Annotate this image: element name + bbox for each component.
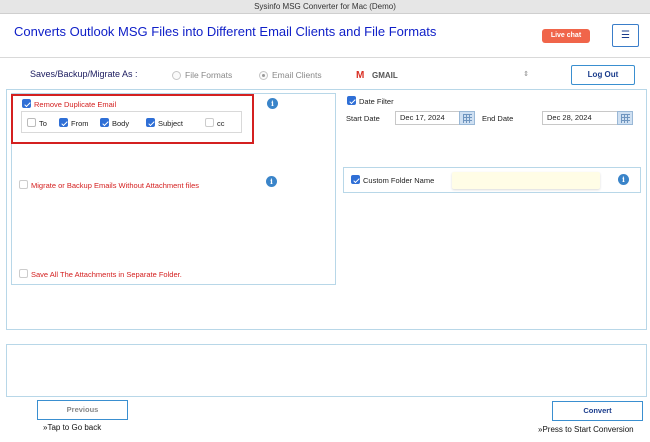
end-date-label: End Date <box>482 114 514 123</box>
app-header: Converts Outlook MSG Files into Differen… <box>0 14 650 58</box>
attachment-info-icon[interactable]: i <box>266 176 277 187</box>
app-window: Sysinfo MSG Converter for Mac (Demo) Con… <box>0 0 650 442</box>
email-clients-label: Email Clients <box>272 70 322 80</box>
from-checkbox[interactable] <box>59 118 68 127</box>
file-formats-label: File Formats <box>185 70 233 80</box>
duplicate-info-icon[interactable]: i <box>267 98 278 109</box>
body-checkbox[interactable] <box>100 118 109 127</box>
body-label: Body <box>112 119 130 128</box>
custom-folder-checkbox[interactable] <box>351 175 360 184</box>
to-label: To <box>39 119 47 128</box>
subject-checkbox[interactable] <box>146 118 155 127</box>
end-date-input[interactable]: Dec 28, 2024 <box>542 111 622 125</box>
email-client-select[interactable]: M GMAIL ⇕ <box>352 68 532 82</box>
gmail-icon: M <box>356 70 365 81</box>
from-label: From <box>71 119 89 128</box>
date-filter-checkbox[interactable] <box>347 96 356 105</box>
end-date-calendar-icon[interactable] <box>617 111 633 125</box>
file-formats-radio[interactable] <box>172 71 181 80</box>
hamburger-icon: ☰ <box>621 30 630 41</box>
previous-button[interactable]: Previous <box>37 400 128 420</box>
cc-checkbox[interactable] <box>205 118 214 127</box>
email-clients-radio[interactable] <box>259 71 268 80</box>
custom-folder-label: Custom Folder Name <box>363 176 435 185</box>
to-checkbox[interactable] <box>27 118 36 127</box>
page-title: Converts Outlook MSG Files into Differen… <box>14 24 437 39</box>
select-arrows-icon: ⇕ <box>523 71 529 78</box>
save-attachments-checkbox[interactable] <box>19 269 28 278</box>
window-titlebar: Sysinfo MSG Converter for Mac (Demo) <box>0 0 650 14</box>
email-client-value: GMAIL <box>372 71 398 80</box>
subject-label: Subject <box>158 119 184 128</box>
without-attachment-label: Migrate or Backup Emails Without Attachm… <box>31 181 199 190</box>
save-attachments-label: Save All The Attachments in Separate Fol… <box>31 270 182 279</box>
status-log-panel <box>6 344 647 397</box>
custom-folder-input[interactable] <box>452 172 600 189</box>
menu-button[interactable]: ☰ <box>612 24 639 47</box>
remove-duplicate-label: Remove Duplicate Email <box>34 100 117 109</box>
remove-duplicate-checkbox[interactable] <box>22 99 31 108</box>
save-as-label: Saves/Backup/Migrate As : <box>30 69 138 79</box>
convert-hint: »Press to Start Conversion <box>538 425 634 434</box>
start-date-calendar-icon[interactable] <box>459 111 475 125</box>
date-filter-label: Date Filter <box>359 97 394 106</box>
logout-button[interactable]: Log Out <box>571 65 635 85</box>
without-attachment-checkbox[interactable] <box>19 180 28 189</box>
previous-hint: »Tap to Go back <box>43 423 102 432</box>
cc-label: cc <box>217 119 225 128</box>
custom-folder-info-icon[interactable]: i <box>618 174 629 185</box>
start-date-label: Start Date <box>346 114 380 123</box>
convert-button[interactable]: Convert <box>552 401 643 421</box>
live-chat-button[interactable]: Live chat <box>542 29 590 43</box>
